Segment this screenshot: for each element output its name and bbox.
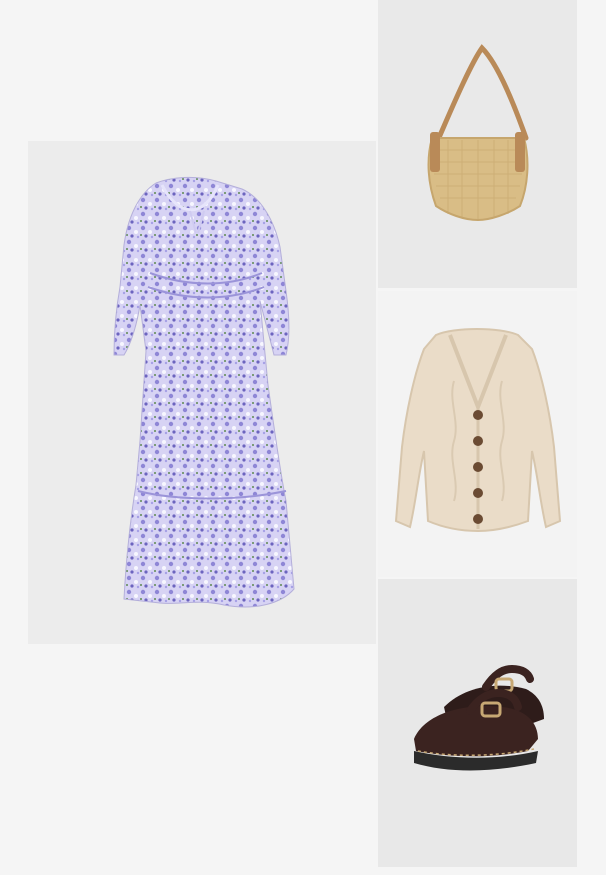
floral-maxi-dress-image	[113, 176, 295, 608]
mary-jane-shoes-image	[414, 664, 544, 771]
dress-product-tile[interactable]	[28, 141, 376, 644]
cable-knit-cardigan-image	[394, 328, 562, 533]
shoe-product-tile[interactable]	[378, 579, 577, 867]
cardigan-product-tile[interactable]	[378, 291, 577, 577]
bag-product-tile[interactable]	[378, 0, 577, 288]
straw-shoulder-bag-image	[427, 44, 529, 222]
